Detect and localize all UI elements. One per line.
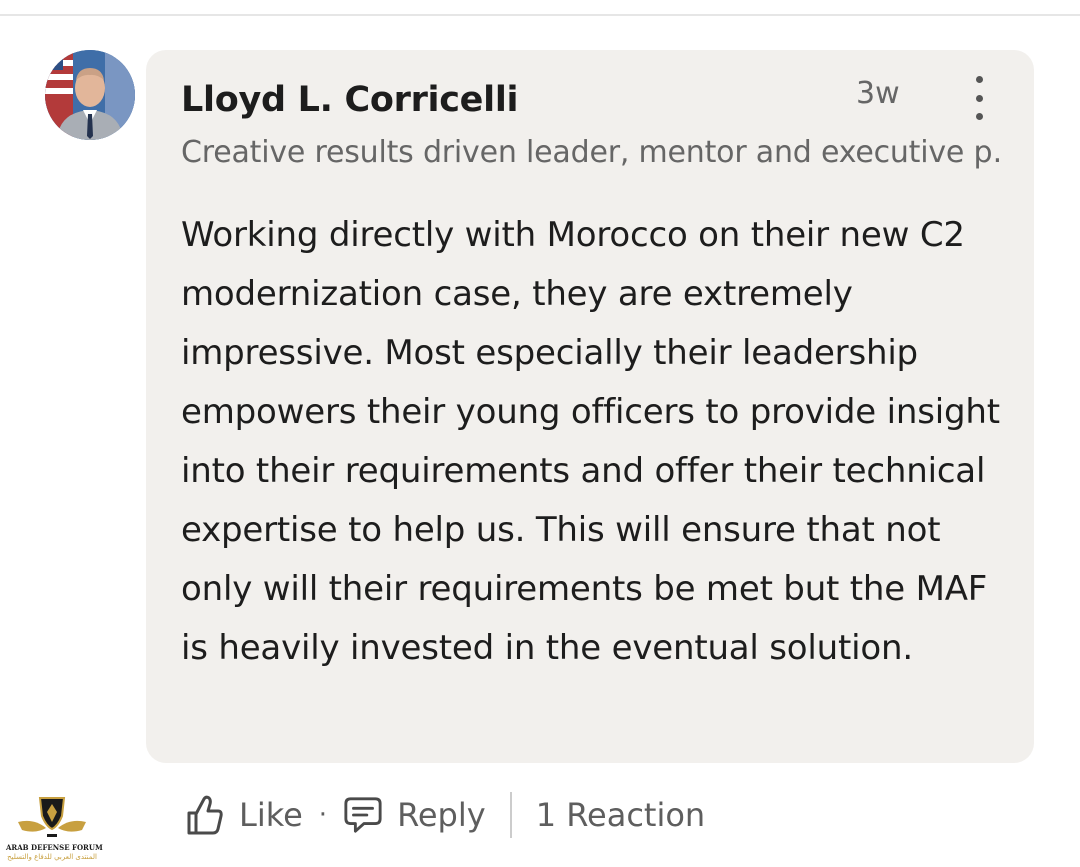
watermark-text-english: ARAB DEFENSE FORUM: [6, 843, 103, 852]
avatar-photo: [45, 50, 135, 140]
top-divider: [0, 14, 1080, 16]
more-dot: [975, 113, 983, 120]
comment-body: Working directly with Morocco on their n…: [181, 215, 1000, 668]
watermark: ARAB DEFENSE FORUM المنتدى العربي للدفاع…: [6, 792, 103, 864]
comment-card: Lloyd L. Corricelli 3w Creative results …: [146, 50, 1034, 763]
reply-label: Reply: [397, 796, 486, 834]
arab-defense-forum-logo: [18, 797, 86, 837]
thumbs-up-icon: [185, 793, 225, 837]
author-avatar[interactable]: [45, 50, 135, 140]
author-headline: Creative results driven leader, mentor a…: [181, 135, 1001, 170]
comment-timestamp: 3w: [856, 76, 900, 111]
more-dot: [975, 76, 983, 83]
actions-divider: [509, 792, 512, 838]
watermark-text-arabic: المنتدى العربي للدفاع والتسليح: [7, 853, 97, 861]
reply-button[interactable]: Reply: [343, 793, 486, 837]
action-separator: ·: [318, 800, 328, 830]
author-name[interactable]: Lloyd L. Corricelli: [181, 80, 519, 120]
more-dot: [975, 94, 983, 102]
like-button[interactable]: Like: [185, 793, 303, 837]
speech-bubble-icon: [343, 793, 383, 837]
reactions-count-link[interactable]: 1 Reaction: [536, 796, 706, 834]
more-options-icon[interactable]: [964, 76, 994, 120]
comment-actions: Like · Reply 1 Reaction: [185, 787, 705, 843]
like-label: Like: [239, 796, 303, 834]
